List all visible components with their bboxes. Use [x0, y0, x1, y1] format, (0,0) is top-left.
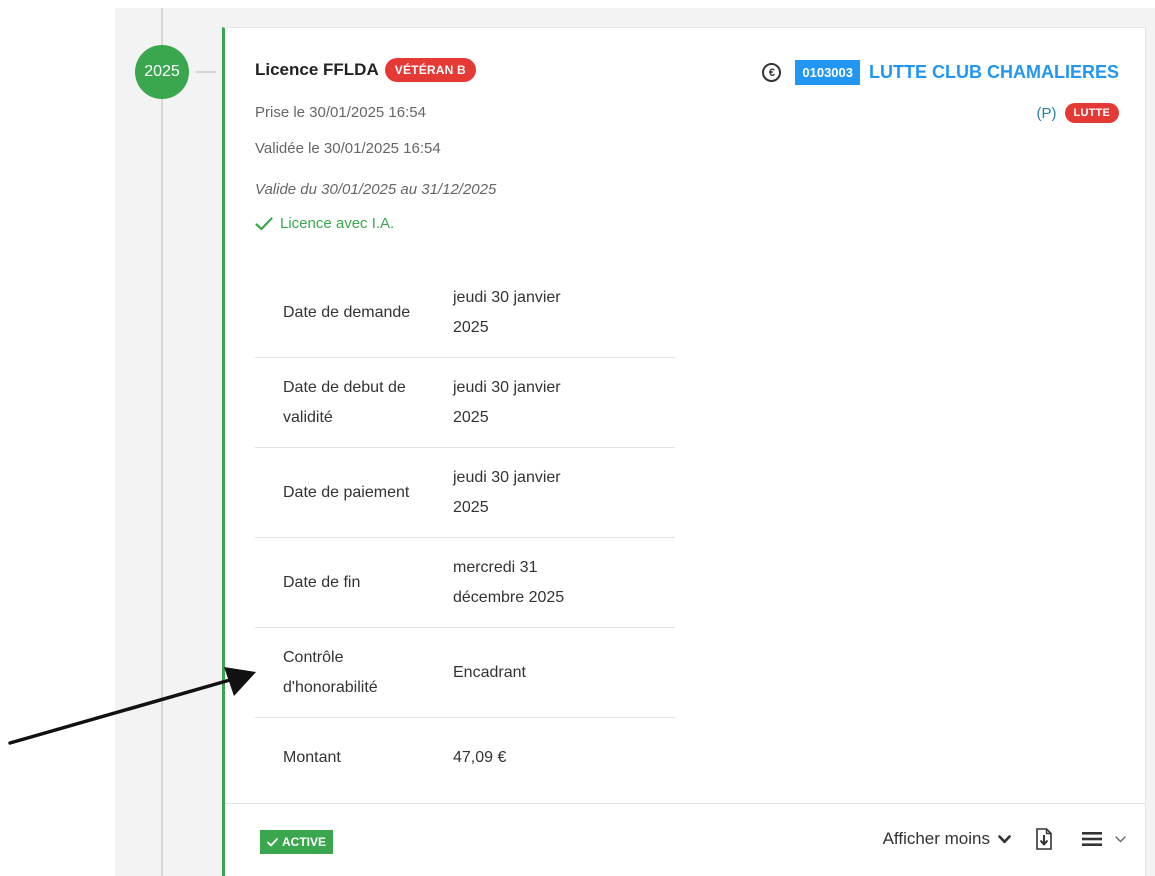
license-validity-period: Valide du 30/01/2025 au 31/12/2025 — [255, 181, 497, 198]
detail-value: 47,09 € — [453, 743, 653, 773]
detail-row: Date de paiement jeudi 30 janvier 2025 — [255, 448, 675, 538]
detail-value-line: jeudi 30 janvier — [453, 288, 561, 306]
detail-label-line: validité — [283, 408, 333, 426]
detail-value-line: 47,09 € — [453, 749, 507, 766]
chevron-down-icon[interactable] — [998, 834, 1011, 844]
detail-row: Montant 47,09 € — [255, 718, 675, 798]
ia-status-label: Licence avec I.A. — [280, 215, 395, 232]
detail-value: jeudi 30 janvier 2025 — [453, 373, 653, 433]
year-badge: 2025 — [135, 45, 189, 99]
detail-label: Date de demande — [255, 298, 453, 328]
detail-label-line: Contrôle — [283, 648, 344, 666]
detail-label-line: Montant — [283, 749, 341, 766]
detail-value-line: mercredi 31 — [453, 558, 538, 576]
detail-label-line: d'honorabilité — [283, 678, 378, 696]
detail-row: Date de fin mercredi 31 décembre 2025 — [255, 538, 675, 628]
detail-value: mercredi 31 décembre 2025 — [453, 553, 653, 613]
license-card: Licence FFLDA VÉTÉRAN B Prise le 30/01/2… — [222, 27, 1146, 876]
detail-value: jeudi 30 janvier 2025 — [453, 463, 653, 523]
detail-value-line: Encadrant — [453, 663, 526, 681]
footer-actions: Afficher moins — [883, 828, 1126, 850]
arrow-icon — [8, 667, 256, 745]
license-validated-date: Validée le 30/01/2025 16:54 — [255, 140, 441, 157]
detail-label-line: Date de paiement — [283, 483, 410, 501]
detail-label: Montant — [255, 743, 453, 773]
detail-label-line: Date de fin — [283, 573, 361, 591]
status-badge-label: ACTIVE — [282, 835, 327, 849]
check-icon — [255, 216, 273, 230]
detail-row: Date de demande jeudi 30 janvier 2025 — [255, 268, 675, 358]
show-less-button[interactable]: Afficher moins — [883, 829, 990, 849]
status-badge: ACTIVE — [260, 830, 334, 854]
discipline-badge: LUTTE — [1064, 103, 1119, 123]
license-details-table: Date de demande jeudi 30 janvier 2025 Date … — [255, 268, 675, 798]
detail-value-line: jeudi 30 janvier — [453, 378, 561, 396]
club-name-link[interactable]: LUTTE CLUB CHAMALIERES — [869, 62, 1119, 83]
detail-value-line: 2025 — [453, 318, 489, 336]
detail-label: Contrôle d'honorabilité — [255, 643, 453, 703]
detail-value-line: jeudi 30 janvier — [453, 468, 561, 486]
detail-label: Date de debut de validité — [255, 373, 453, 433]
detail-value: jeudi 30 janvier 2025 — [453, 283, 653, 343]
detail-value-line: 2025 — [453, 498, 489, 516]
detail-label-line: Date de debut de — [283, 378, 406, 396]
detail-label: Date de fin — [255, 568, 453, 598]
detail-label: Date de paiement — [255, 478, 453, 508]
detail-row: Date de debut de validité jeudi 30 janvier… — [255, 358, 675, 448]
license-title-row: Licence FFLDA VÉTÉRAN B — [255, 58, 476, 82]
club-info: € 0103003 LUTTE CLUB CHAMALIERES — [762, 60, 1119, 85]
hamburger-menu-icon[interactable] — [1081, 831, 1103, 847]
detail-label-line: Date de demande — [283, 303, 411, 321]
download-icon[interactable] — [1035, 828, 1053, 850]
club-role-row: (P) LUTTE — [1037, 103, 1119, 123]
chevron-down-icon[interactable] — [1115, 835, 1126, 843]
check-icon — [267, 837, 278, 846]
club-role: (P) — [1036, 104, 1057, 122]
ia-status: Licence avec I.A. — [255, 215, 394, 232]
euro-icon: € — [762, 63, 782, 82]
license-taken-date: Prise le 30/01/2025 16:54 — [255, 104, 426, 121]
detail-row: Contrôle d'honorabilité Encadrant — [255, 628, 675, 718]
club-code-badge: 0103003 — [795, 60, 860, 85]
card-footer: ACTIVE Afficher moins — [225, 803, 1146, 876]
license-title: Licence FFLDA — [255, 60, 379, 79]
timeline-connector — [196, 71, 216, 73]
detail-value-line: 2025 — [453, 408, 489, 426]
year-label: 2025 — [144, 63, 180, 80]
detail-value: Encadrant — [453, 658, 653, 688]
detail-value-line: décembre 2025 — [453, 588, 565, 606]
category-badge: VÉTÉRAN B — [384, 58, 476, 82]
